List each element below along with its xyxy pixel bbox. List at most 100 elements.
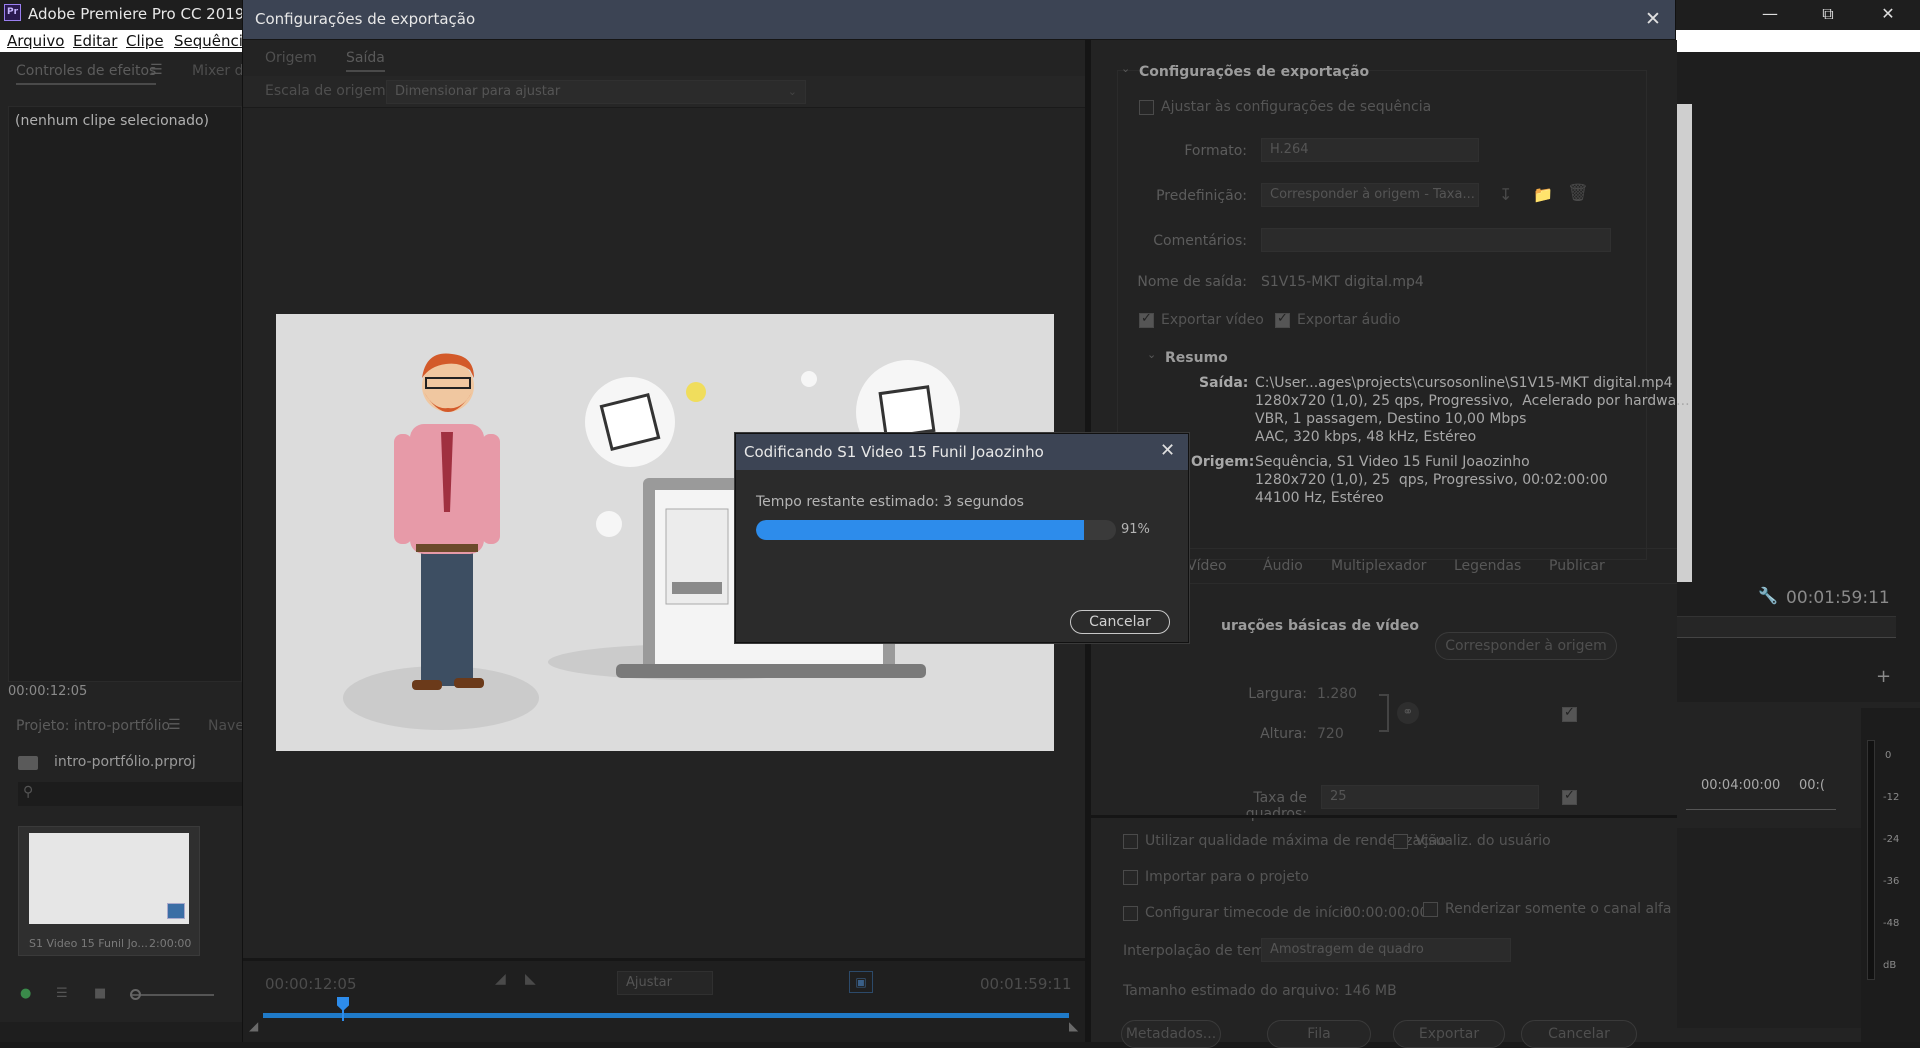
comments-field[interactable] [1261,228,1611,252]
timeline-panel: 00:04:00:00 00:( [1676,708,1861,1042]
user-preview-checkbox[interactable] [1393,834,1408,849]
minimize-icon[interactable]: — [1742,0,1798,30]
program-timecode: 00:01:59:11 [1786,588,1890,608]
wrench-icon[interactable]: 🔧 [1758,586,1778,605]
legs [421,550,473,686]
match-source-button[interactable]: Corresponder à origem [1435,632,1617,660]
bubble-small-left [596,511,622,537]
out-point-icon[interactable]: ◣ [1069,1019,1078,1033]
in-point-icon[interactable]: ◢ [249,1019,258,1033]
output-name-label: Nome de saída: [1137,274,1247,290]
import-project-checkbox[interactable] [1123,870,1138,885]
mail-icon [599,393,661,451]
lock-icon[interactable]: ● [20,986,31,1001]
meter-label-0: 0 [1885,750,1892,761]
menu-arquivo[interactable]: Arquivo [7,30,64,52]
icon-view-icon[interactable]: ■ [94,986,106,1001]
summary-source-line-2: 1280x720 (1,0), 25 qps, Progressivo, 00:… [1255,472,1608,488]
width-value[interactable]: 1.280 [1317,686,1357,702]
project-file-name: intro-portfólio.prproj [54,754,196,770]
search-icon: ⚲ [23,784,34,800]
width-height-checkbox[interactable] [1562,705,1577,722]
effect-controls-body: (nenhum clipe selecionado) [8,106,242,682]
program-monitor-panel: 🔧 00:01:59:11 + [1676,52,1920,702]
alpha-only-checkbox[interactable] [1423,902,1438,917]
preset-value: Corresponder à origem - Taxa... [1270,187,1475,202]
export-dialog-close-icon[interactable]: ✕ [1645,8,1661,30]
right-shoe [454,678,484,688]
frame-rate-value: 25 [1330,789,1347,804]
mark-out-icon[interactable]: ◣ [525,971,536,987]
queue-button[interactable]: Fila [1267,1020,1371,1048]
height-value[interactable]: 720 [1317,726,1344,742]
restore-icon[interactable]: ⧉ [1800,0,1856,30]
tab-saida[interactable]: Saída [346,50,385,72]
aspect-toggle-icon[interactable]: ▣ [849,971,873,993]
encoding-close-icon[interactable]: ✕ [1160,440,1175,461]
tab-captions[interactable]: Legendas [1454,558,1521,574]
encoding-progress-track [756,520,1116,540]
link-icon[interactable]: ⚭ [1397,702,1419,724]
match-sequence-label: Ajustar às configurações de sequência [1161,99,1432,115]
export-video-checkbox[interactable] [1139,311,1154,328]
frame-rate-checkbox[interactable] [1562,788,1577,805]
preset-label: Predefinição: [1156,188,1247,204]
project-search-field[interactable]: ⚲ [18,782,242,806]
fit-select[interactable]: Ajustar [617,971,713,995]
start-timecode-value[interactable]: 00:00:00:00 [1343,905,1428,921]
save-preset-icon[interactable]: ↧ [1499,185,1512,204]
mark-in-icon[interactable]: ◢ [495,971,506,987]
tab-origem[interactable]: Origem [265,50,317,66]
audio-meter-panel: 0 -12 -24 -36 -48 dB [1861,708,1920,1042]
export-cancel-button[interactable]: Cancelar [1521,1020,1637,1048]
tab-publish[interactable]: Publicar [1549,558,1605,574]
time-interp-select[interactable]: Amostragem de quadro [1261,938,1511,962]
export-audio-label: Exportar áudio [1297,312,1401,328]
metadata-button[interactable]: Metadados... [1121,1020,1221,1048]
collapse-icon[interactable]: ⌄ [1121,62,1130,75]
meter-label-db: dB [1883,960,1897,971]
export-button[interactable]: Exportar [1393,1020,1505,1048]
format-select[interactable]: H.264 [1261,138,1479,162]
tab-multiplexer[interactable]: Multiplexador [1331,558,1426,574]
width-label: Largura: [1248,686,1307,702]
preview-timecode-in: 00:00:12:05 [265,975,357,993]
fit-value: Ajustar [626,975,672,990]
import-preset-icon[interactable]: 📁 [1533,185,1553,204]
source-scale-select[interactable]: Dimensionar para ajustar ⌄ [386,80,806,104]
summary-collapse-icon[interactable]: ⌄ [1147,348,1156,361]
preview-timeline-bar: 00:00:12:05 ◢ ◣ Ajustar ▣ 00:01:59:11 ◢ … [243,958,1085,1042]
tab-video[interactable]: Vídeo [1187,558,1227,574]
zoom-slider-handle[interactable] [130,989,141,1000]
ruler-time-2: 00:( [1799,778,1825,793]
frame-rate-select[interactable]: 25 [1321,785,1539,809]
start-timecode-checkbox[interactable] [1123,906,1138,921]
tab-project[interactable]: Projeto: intro-portfólio [16,718,170,734]
timeline-ruler[interactable] [1686,800,1836,810]
tab-audio[interactable]: Áudio [1263,558,1303,574]
add-button-icon[interactable]: + [1876,666,1891,687]
shop-button [672,582,722,594]
zoom-slider[interactable] [130,994,214,996]
output-name-value[interactable]: S1V15-MKT digital.mp4 [1261,274,1424,290]
match-sequence-checkbox[interactable] [1139,100,1154,115]
window-close-icon[interactable]: ✕ [1860,0,1916,30]
format-label: Formato: [1184,143,1247,159]
program-ruler[interactable] [1676,616,1896,638]
tab-effect-controls[interactable]: Controles de efeitos [16,63,157,85]
menu-clipe[interactable]: Clipe [126,30,164,52]
encoding-cancel-button[interactable]: Cancelar [1070,610,1170,634]
delete-preset-icon[interactable]: 🗑 [1567,183,1589,203]
max-quality-checkbox[interactable] [1123,834,1138,849]
export-audio-checkbox[interactable] [1275,311,1290,328]
preview-scrub-track[interactable] [263,1013,1069,1018]
menu-editar[interactable]: Editar [73,30,117,52]
list-view-icon[interactable]: ☰ [56,986,68,1001]
import-project-label: Importar para o projeto [1145,869,1309,885]
clip-thumbnail-card[interactable]: S1 Video 15 Funil Jo... 2:00:00 [18,826,200,956]
preset-select[interactable]: Corresponder à origem - Taxa... [1261,183,1479,207]
meter-label-48: -48 [1883,918,1900,929]
panel-menu-icon[interactable]: ☰ [150,62,163,78]
menu-sequencia[interactable]: Sequência [174,30,252,52]
project-menu-icon[interactable]: ☰ [168,717,181,733]
